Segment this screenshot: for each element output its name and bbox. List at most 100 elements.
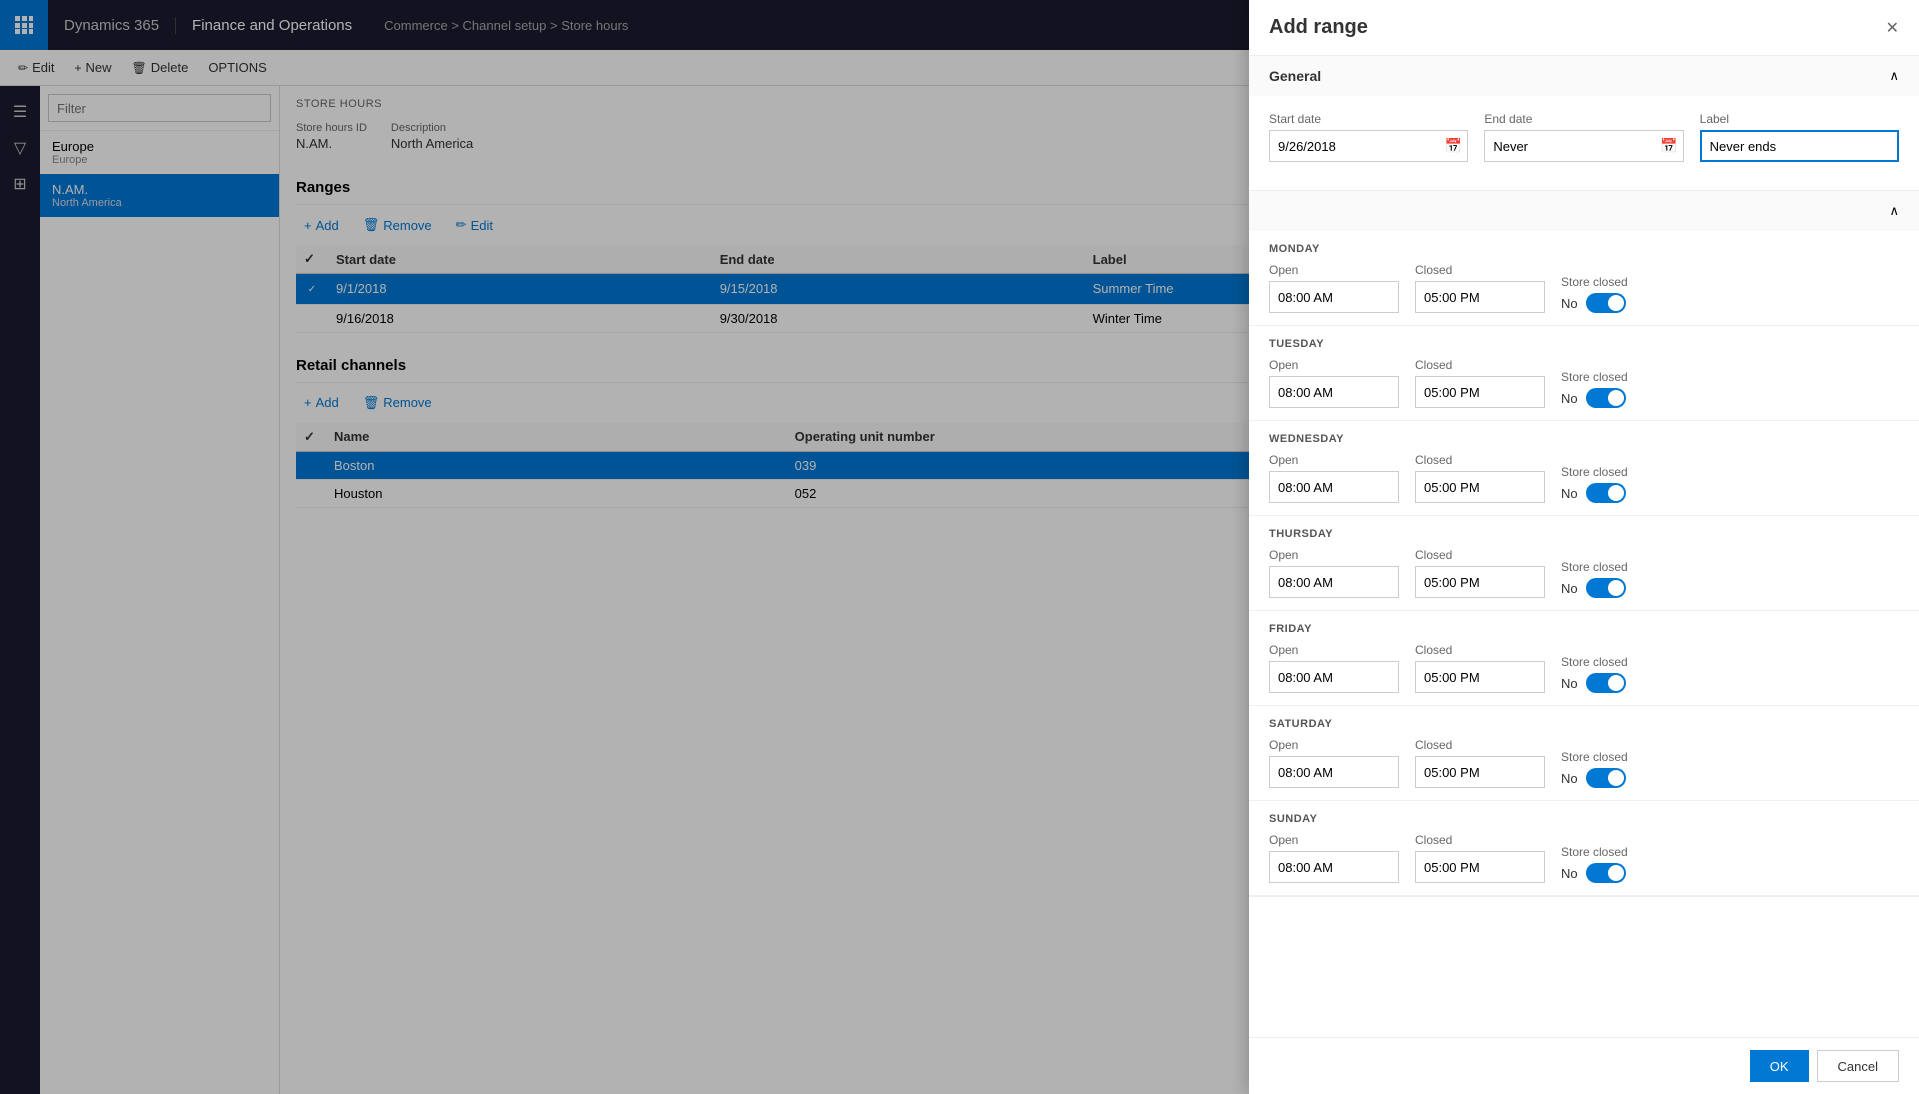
- dialog-general-header[interactable]: General ∧: [1249, 56, 1919, 96]
- day-fields: Open Closed Store closed No: [1269, 833, 1899, 883]
- days-container: MONDAY Open Closed Store closed No TUESD…: [1249, 231, 1919, 896]
- day-closed-field: Closed: [1415, 453, 1545, 503]
- ok-button[interactable]: OK: [1750, 1050, 1809, 1082]
- dialog-header: Add range ✕: [1249, 0, 1919, 56]
- day-open-label: Open: [1269, 358, 1399, 372]
- dialog-days-section: ∧ MONDAY Open Closed Store closed No TUE…: [1249, 191, 1919, 897]
- day-closed-field: Closed: [1415, 643, 1545, 693]
- store-closed-field: Store closed No: [1561, 465, 1628, 503]
- dialog-title: Add range: [1269, 16, 1368, 39]
- store-closed-row: No: [1561, 863, 1628, 883]
- start-date-input-wrapper: 📅: [1269, 130, 1468, 162]
- day-fields: Open Closed Store closed No: [1269, 738, 1899, 788]
- day-open-input[interactable]: [1269, 566, 1399, 598]
- dialog-body: General ∧ Start date 📅 End date: [1249, 56, 1919, 1037]
- start-date-input[interactable]: [1269, 130, 1468, 162]
- day-closed-input[interactable]: [1415, 851, 1545, 883]
- day-open-field: Open: [1269, 833, 1399, 883]
- store-closed-toggle[interactable]: [1586, 388, 1626, 408]
- day-closed-input[interactable]: [1415, 471, 1545, 503]
- store-closed-row: No: [1561, 768, 1628, 788]
- day-open-label: Open: [1269, 738, 1399, 752]
- store-closed-no: No: [1561, 771, 1578, 786]
- day-open-field: Open: [1269, 548, 1399, 598]
- day-label: FRIDAY: [1269, 623, 1899, 635]
- day-closed-input[interactable]: [1415, 376, 1545, 408]
- dialog-general-body: Start date 📅 End date 📅: [1249, 96, 1919, 190]
- store-closed-label: Store closed: [1561, 560, 1628, 574]
- store-closed-no: No: [1561, 866, 1578, 881]
- dialog-footer: OK Cancel: [1249, 1037, 1919, 1094]
- day-open-field: Open: [1269, 358, 1399, 408]
- day-closed-label: Closed: [1415, 643, 1545, 657]
- day-closed-field: Closed: [1415, 263, 1545, 313]
- store-closed-toggle[interactable]: [1586, 768, 1626, 788]
- day-open-field: Open: [1269, 643, 1399, 693]
- day-closed-field: Closed: [1415, 548, 1545, 598]
- day-open-input[interactable]: [1269, 281, 1399, 313]
- store-closed-toggle[interactable]: [1586, 483, 1626, 503]
- day-closed-field: Closed: [1415, 358, 1545, 408]
- store-closed-field: Store closed No: [1561, 655, 1628, 693]
- start-date-field: Start date 📅: [1269, 112, 1468, 162]
- day-label: MONDAY: [1269, 243, 1899, 255]
- day-closed-input[interactable]: [1415, 281, 1545, 313]
- day-closed-label: Closed: [1415, 453, 1545, 467]
- store-closed-toggle[interactable]: [1586, 863, 1626, 883]
- day-label: WEDNESDAY: [1269, 433, 1899, 445]
- dialog-close-button[interactable]: ✕: [1886, 18, 1899, 38]
- store-closed-no: No: [1561, 391, 1578, 406]
- store-closed-label: Store closed: [1561, 370, 1628, 384]
- collapse-days-icon: ∧: [1889, 203, 1899, 219]
- day-section-tuesday: TUESDAY Open Closed Store closed No: [1249, 326, 1919, 421]
- label-input[interactable]: [1700, 130, 1899, 162]
- day-section-saturday: SATURDAY Open Closed Store closed No: [1249, 706, 1919, 801]
- store-closed-row: No: [1561, 483, 1628, 503]
- day-open-input[interactable]: [1269, 661, 1399, 693]
- day-open-input[interactable]: [1269, 376, 1399, 408]
- calendar-icon: 📅: [1445, 138, 1462, 155]
- day-section-thursday: THURSDAY Open Closed Store closed No: [1249, 516, 1919, 611]
- dialog-days-header[interactable]: ∧: [1249, 191, 1919, 231]
- day-open-label: Open: [1269, 643, 1399, 657]
- store-closed-label: Store closed: [1561, 465, 1628, 479]
- day-open-label: Open: [1269, 453, 1399, 467]
- day-closed-label: Closed: [1415, 548, 1545, 562]
- day-open-label: Open: [1269, 263, 1399, 277]
- store-closed-toggle[interactable]: [1586, 578, 1626, 598]
- day-fields: Open Closed Store closed No: [1269, 358, 1899, 408]
- store-closed-field: Store closed No: [1561, 750, 1628, 788]
- store-closed-row: No: [1561, 578, 1628, 598]
- day-open-field: Open: [1269, 263, 1399, 313]
- label-field: Label: [1700, 112, 1899, 162]
- day-closed-input[interactable]: [1415, 566, 1545, 598]
- day-label: TUESDAY: [1269, 338, 1899, 350]
- day-open-field: Open: [1269, 738, 1399, 788]
- day-section-monday: MONDAY Open Closed Store closed No: [1249, 231, 1919, 326]
- day-open-input[interactable]: [1269, 851, 1399, 883]
- add-range-dialog: Add range ✕ General ∧ Start date 📅: [1249, 0, 1919, 1094]
- cancel-button[interactable]: Cancel: [1817, 1050, 1899, 1082]
- end-date-input-wrapper: 📅: [1484, 130, 1683, 162]
- collapse-icon: ∧: [1889, 68, 1899, 84]
- store-closed-label: Store closed: [1561, 750, 1628, 764]
- day-label: SATURDAY: [1269, 718, 1899, 730]
- store-closed-field: Store closed No: [1561, 275, 1628, 313]
- end-date-label: End date: [1484, 112, 1683, 126]
- day-closed-label: Closed: [1415, 263, 1545, 277]
- store-closed-toggle[interactable]: [1586, 293, 1626, 313]
- dialog-date-row: Start date 📅 End date 📅: [1269, 112, 1899, 162]
- dialog-general-section: General ∧ Start date 📅 End date: [1249, 56, 1919, 191]
- label-label: Label: [1700, 112, 1899, 126]
- store-closed-toggle[interactable]: [1586, 673, 1626, 693]
- store-closed-row: No: [1561, 388, 1628, 408]
- day-closed-input[interactable]: [1415, 661, 1545, 693]
- store-closed-no: No: [1561, 581, 1578, 596]
- end-date-input[interactable]: [1484, 130, 1683, 162]
- day-closed-field: Closed: [1415, 833, 1545, 883]
- day-open-input[interactable]: [1269, 756, 1399, 788]
- day-open-input[interactable]: [1269, 471, 1399, 503]
- day-closed-input[interactable]: [1415, 756, 1545, 788]
- day-section-sunday: SUNDAY Open Closed Store closed No: [1249, 801, 1919, 896]
- day-label: THURSDAY: [1269, 528, 1899, 540]
